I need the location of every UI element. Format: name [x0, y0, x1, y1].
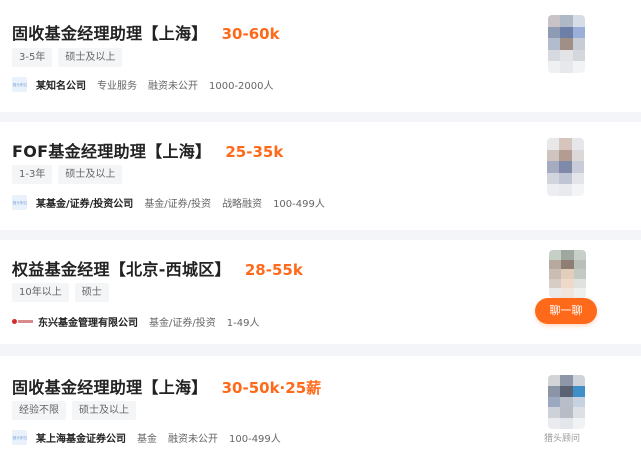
company-row: 猎头职位 某基金/证券/投资公司 基金/证券/投资 战略融资 100-499人	[12, 195, 325, 210]
job-title[interactable]: 权益基金经理【北京-西城区】	[12, 256, 231, 280]
company-size: 1-49人	[226, 318, 260, 329]
recruiter-avatar[interactable]	[548, 375, 585, 429]
company-row: 东兴基金管理有限公司 基金/证券/投资 1-49人	[12, 314, 259, 329]
company-financing: 融资未公开	[168, 434, 218, 445]
job-title-row: 固收基金经理助理【上海】 30-60k	[12, 20, 280, 44]
company-logo: 猎头职位	[12, 77, 27, 92]
company-row: 猎头职位 某上海基金证券公司 基金 融资未公开 100-499人	[12, 430, 281, 445]
company-industry: 专业服务	[97, 81, 137, 92]
salary: 25-35k	[225, 143, 284, 161]
tag-education: 硕士及以上	[58, 165, 123, 184]
salary: 28-55k	[244, 261, 303, 279]
job-tags: 10年以上 硕士	[12, 283, 109, 302]
job-title-row: FOF基金经理助理【上海】 25-35k	[12, 138, 283, 162]
job-title[interactable]: 固收基金经理助理【上海】	[12, 374, 208, 398]
company-size: 100-499人	[273, 199, 325, 210]
company-logo: 猎头职位	[12, 430, 27, 445]
job-tags: 1-3年 硕士及以上	[12, 165, 123, 184]
job-card[interactable]: FOF基金经理助理【上海】 25-35k 1-3年 硕士及以上 猎头职位 某基金…	[0, 122, 641, 230]
tag-experience: 10年以上	[12, 283, 69, 302]
job-title[interactable]: FOF基金经理助理【上海】	[12, 138, 211, 162]
job-title-row: 权益基金经理【北京-西城区】 28-55k	[12, 256, 303, 280]
recruiter-avatar[interactable]	[548, 15, 585, 73]
job-title[interactable]: 固收基金经理助理【上海】	[12, 20, 208, 44]
chat-button[interactable]: 聊一聊	[535, 298, 597, 324]
job-card[interactable]: 权益基金经理【北京-西城区】 28-55k 10年以上 硕士 东兴基金管理有限公…	[0, 240, 641, 344]
salary: 30-60k	[221, 25, 280, 43]
recruiter-avatar[interactable]	[547, 138, 584, 196]
tag-education: 硕士	[74, 283, 109, 302]
company-name[interactable]: 东兴基金管理有限公司	[38, 314, 138, 329]
company-logo: 猎头职位	[12, 195, 27, 210]
company-name[interactable]: 某知名公司	[36, 77, 86, 92]
tag-experience: 3-5年	[12, 48, 53, 67]
company-size: 1000-2000人	[209, 81, 274, 92]
company-row: 猎头职位 某知名公司 专业服务 融资未公开 1000-2000人	[12, 77, 274, 92]
tag-education: 硕士及以上	[58, 48, 123, 67]
job-title-row: 固收基金经理助理【上海】 30-50k·25薪	[12, 374, 321, 398]
tag-experience: 经验不限	[12, 401, 66, 420]
tag-experience: 1-3年	[12, 165, 53, 184]
job-card[interactable]: 固收基金经理助理【上海】 30-60k 3-5年 硕士及以上 猎头职位 某知名公…	[0, 0, 641, 112]
company-name[interactable]: 某上海基金证券公司	[36, 430, 126, 445]
company-industry: 基金/证券/投资	[149, 318, 216, 329]
job-tags: 经验不限 硕士及以上	[12, 401, 136, 420]
company-industry: 基金/证券/投资	[144, 199, 212, 210]
headhunter-label: 猎头顾问	[544, 434, 581, 444]
company-size: 100-499人	[229, 434, 281, 445]
company-industry: 基金	[137, 434, 157, 445]
company-financing: 融资未公开	[148, 81, 198, 92]
recruiter-avatar[interactable]	[549, 250, 586, 298]
company-name[interactable]: 某基金/证券/投资公司	[36, 195, 133, 210]
salary: 30-50k·25薪	[221, 379, 322, 397]
job-tags: 3-5年 硕士及以上	[12, 48, 123, 67]
tag-education: 硕士及以上	[72, 401, 136, 420]
company-financing: 战略融资	[222, 199, 263, 210]
company-logo	[12, 317, 34, 327]
